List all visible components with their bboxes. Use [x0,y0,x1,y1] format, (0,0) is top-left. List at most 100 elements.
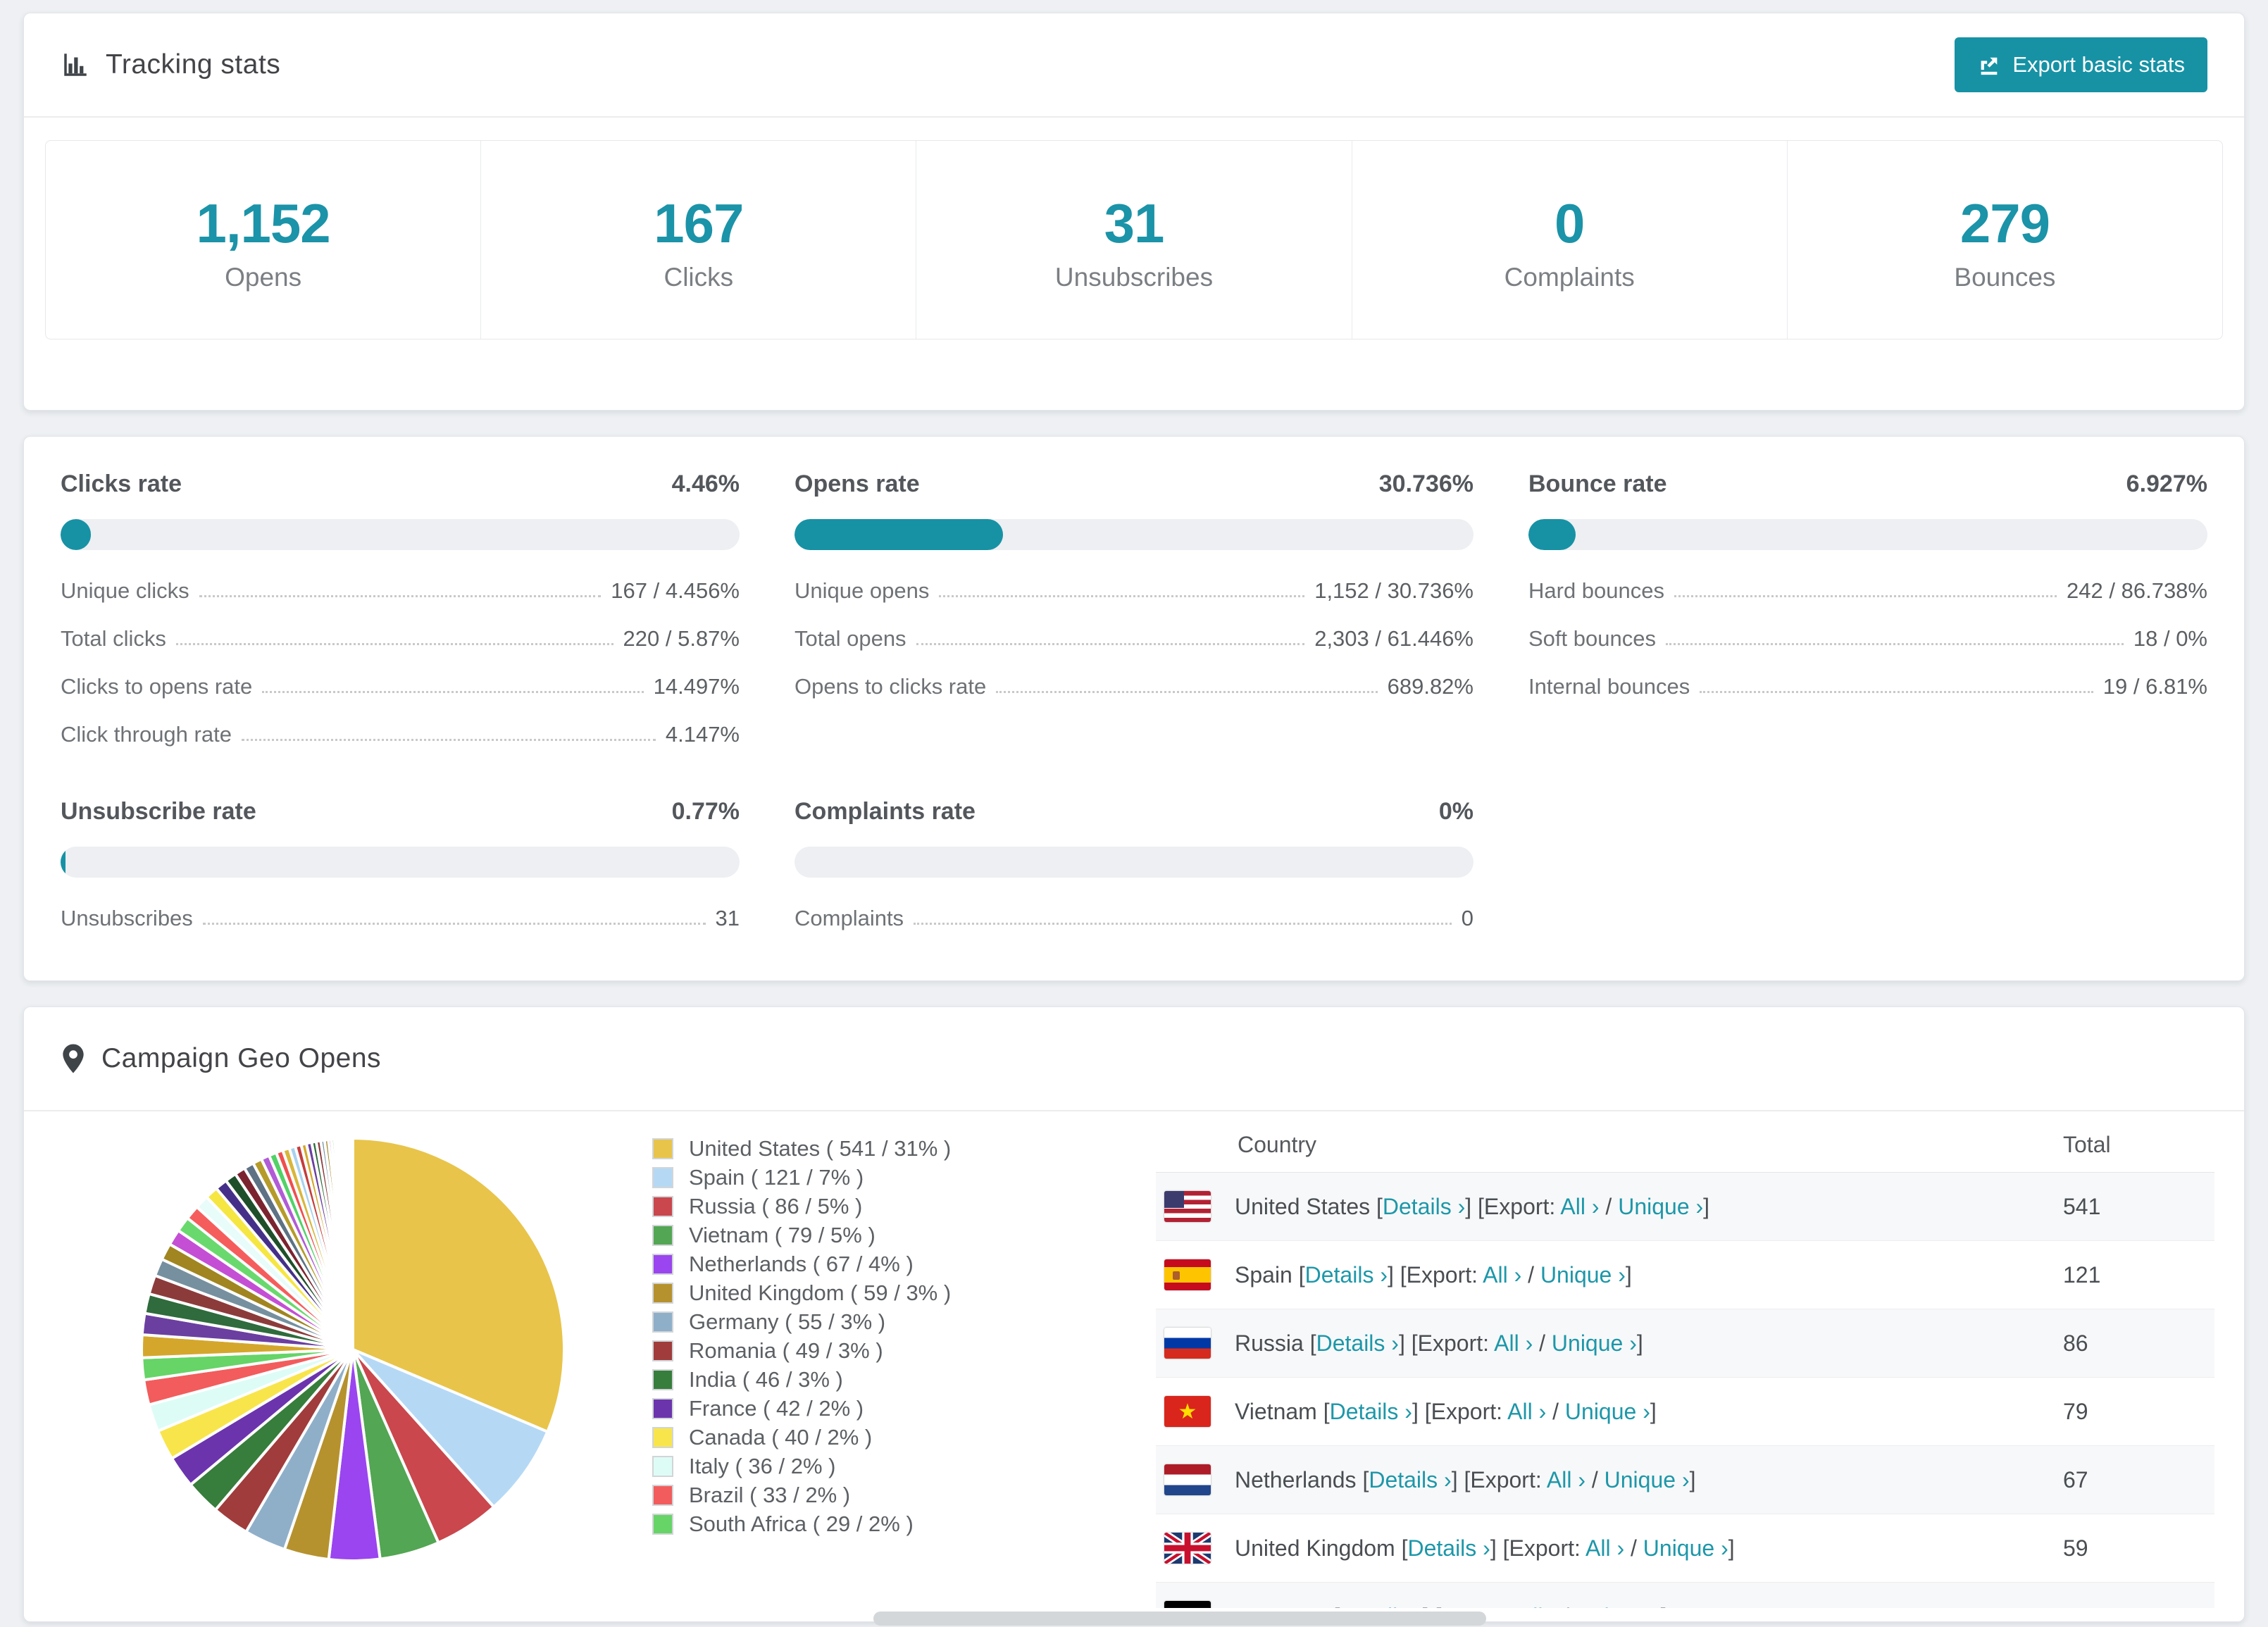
geo-title: Campaign Geo Opens [101,1043,382,1073]
geo-table-row-united-states: United States [Details ›] [Export: All ›… [1156,1173,2214,1241]
detail-value: 2,303 / 61.446% [1314,626,1473,651]
rate-value: 0.77% [671,798,740,825]
legend-item-russia: Russia ( 86 / 5% ) [652,1192,1015,1221]
rate-title: Opens rate [795,470,920,497]
details-link[interactable]: Details › [1305,1262,1388,1288]
horizontal-scrollbar-thumb[interactable] [873,1612,1486,1626]
rate-detail-row: Total clicks 220 / 5.87% [61,626,740,652]
legend-swatch [652,1137,673,1159]
detail-label: Unique opens [795,578,930,603]
legend-label: Spain ( 121 / 7% ) [689,1164,864,1190]
page-title: Tracking stats [106,49,281,80]
export-all-link[interactable]: All › [1585,1535,1624,1561]
rate-detail-row: Internal bounces 19 / 6.81% [1528,674,2207,699]
detail-value: 1,152 / 30.736% [1314,578,1473,603]
progress-bar-fill [61,519,91,550]
details-link[interactable]: Details › [1407,1535,1490,1561]
rate-value: 4.46% [671,470,740,497]
flag-icon-uk [1164,1533,1211,1564]
rate-title: Bounce rate [1528,470,1667,497]
details-link[interactable]: Details › [1330,1399,1412,1424]
detail-label: Clicks to opens rate [61,674,253,699]
dotted-leader [1700,691,2093,693]
flag-icon-ru [1164,1328,1211,1359]
export-icon [1977,53,2001,77]
stat-cell-unsubscribes: 31 Unsubscribes [916,141,1352,339]
stat-cell-bounces: 279 Bounces [1788,141,2222,339]
legend-swatch [652,1455,673,1477]
legend-swatch [652,1397,673,1419]
flag-icon-us [1164,1191,1211,1222]
rate-block-bounce-rate: Bounce rate 6.927% Hard bounces 242 / 86.73… [1528,470,2207,747]
export-all-link[interactable]: All › [1494,1330,1533,1356]
export-all-link[interactable]: All › [1507,1399,1546,1424]
campaign-geo-opens-card: Campaign Geo Opens United States ( 541 /… [23,1006,2245,1622]
legend-label: United Kingdom ( 59 / 3% ) [689,1280,952,1305]
rate-value: 30.736% [1378,470,1473,497]
detail-label: Soft bounces [1528,626,1656,651]
legend-label: South Africa ( 29 / 2% ) [689,1511,914,1536]
flag-icon-es [1164,1259,1211,1290]
legend-swatch [652,1166,673,1188]
export-unique-link[interactable]: Unique › [1576,1604,1661,1609]
country-cell: Vietnam [Details ›] [Export: All › / Uni… [1235,1398,1657,1424]
stat-cell-clicks: 167 Clicks [481,141,917,339]
export-all-link[interactable]: All › [1518,1604,1557,1609]
detail-value: 18 / 0% [2133,626,2207,651]
details-link[interactable]: Details › [1369,1467,1451,1492]
country-cell: Russia [Details ›] [Export: All › / Uniq… [1235,1330,1643,1356]
legend-swatch [652,1369,673,1390]
dotted-leader [996,691,1378,693]
detail-label: Click through rate [61,722,232,747]
legend-label: Italy ( 36 / 2% ) [689,1453,836,1478]
legend-item-netherlands: Netherlands ( 67 / 4% ) [652,1249,1015,1278]
detail-value: 19 / 6.81% [2102,674,2207,699]
detail-label: Internal bounces [1528,674,1690,699]
geo-table-row-russia: Russia [Details ›] [Export: All › / Uniq… [1156,1309,2214,1378]
geo-table-row-spain: Spain [Details ›] [Export: All › / Uniqu… [1156,1241,2214,1309]
export-unique-link[interactable]: Unique › [1552,1330,1637,1356]
geo-table-row-netherlands: Netherlands [Details ›] [Export: All › /… [1156,1446,2214,1514]
export-basic-stats-button[interactable]: Export basic stats [1955,37,2207,92]
legend-swatch [652,1253,673,1275]
export-unique-link[interactable]: Unique › [1618,1194,1703,1219]
export-all-link[interactable]: All › [1560,1194,1599,1219]
rate-detail-row: Opens to clicks rate 689.82% [795,674,1473,699]
progress-bar-fill [1528,519,1576,550]
stat-label: Unsubscribes [1054,263,1214,292]
detail-label: Total clicks [61,626,166,651]
progress-bar [795,847,1473,878]
total-cell: 86 [2063,1330,2088,1356]
details-link[interactable]: Details › [1340,1604,1422,1609]
geo-pie-chart [68,1111,638,1568]
rate-block-unsubscribe-rate: Unsubscribe rate 0.77% Unsubscribes 31 [61,798,740,931]
pie-slice-other-43[interactable] [350,1136,354,1350]
export-all-link[interactable]: All › [1547,1467,1585,1492]
geo-table-row-germany: Germany [Details ›] [Export: All › / Uni… [1156,1583,2214,1608]
details-link[interactable]: Details › [1316,1330,1399,1356]
export-unique-link[interactable]: Unique › [1605,1467,1690,1492]
legend-item-brazil: Brazil ( 33 / 2% ) [652,1480,1015,1509]
rate-value: 6.927% [2126,470,2207,497]
export-unique-link[interactable]: Unique › [1565,1399,1650,1424]
details-link[interactable]: Details › [1383,1194,1465,1219]
rates-card: Clicks rate 4.46% Unique clicks 167 / 4.456… [23,436,2245,981]
stat-label: Complaints [1504,263,1635,292]
legend-item-united-states: United States ( 541 / 31% ) [652,1134,1015,1163]
detail-value: 220 / 5.87% [623,626,740,651]
detail-value: 689.82% [1387,674,1473,699]
detail-label: Unsubscribes [61,906,193,930]
flag-icon-nl [1164,1464,1211,1495]
geo-table-row-united-kingdom: United Kingdom [Details ›] [Export: All … [1156,1514,2214,1583]
export-all-link[interactable]: All › [1483,1262,1521,1288]
legend-item-france: France ( 42 / 2% ) [652,1394,1015,1423]
legend-item-canada: Canada ( 40 / 2% ) [652,1423,1015,1452]
export-unique-link[interactable]: Unique › [1643,1535,1728,1561]
legend-swatch [652,1224,673,1246]
legend-label: Netherlands ( 67 / 4% ) [689,1251,914,1276]
legend-swatch [652,1484,673,1506]
export-unique-link[interactable]: Unique › [1540,1262,1626,1288]
country-cell: United States [Details ›] [Export: All ›… [1235,1193,1710,1219]
total-cell: 59 [2063,1535,2088,1561]
stat-value: 1,152 [196,192,331,254]
